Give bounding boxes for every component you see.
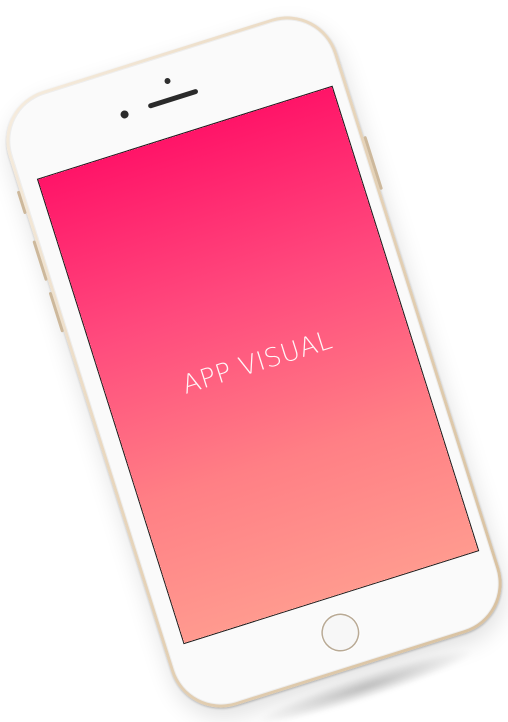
proximity-sensor xyxy=(163,77,172,85)
app-screen[interactable]: APP VISUAL xyxy=(38,86,479,643)
stage: APP VISUAL xyxy=(0,0,508,722)
phone-device: APP VISUAL xyxy=(0,3,508,721)
front-camera-icon xyxy=(119,109,130,120)
app-visual-title: APP VISUAL xyxy=(178,325,337,401)
earpiece-speaker xyxy=(147,88,199,109)
phone-face: APP VISUAL xyxy=(0,6,508,718)
home-button[interactable] xyxy=(316,608,365,657)
